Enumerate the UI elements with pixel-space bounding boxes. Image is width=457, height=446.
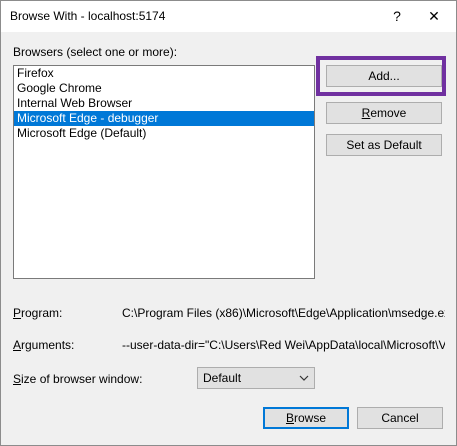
remove-button-label: Remove bbox=[361, 106, 407, 120]
list-item[interactable]: Firefox bbox=[14, 66, 314, 81]
window-size-select[interactable]: Default bbox=[197, 367, 315, 389]
close-icon: ✕ bbox=[428, 7, 440, 24]
list-item[interactable]: Microsoft Edge (Default) bbox=[14, 126, 314, 141]
browse-button-label: Browse bbox=[285, 411, 327, 425]
program-label: Program: bbox=[13, 306, 63, 320]
window-size-label: Size of browser window: bbox=[13, 372, 143, 386]
window-title: Browse With - localhost:5174 bbox=[10, 9, 166, 23]
browse-with-dialog: Browse With - localhost:5174 ? ✕ Browser… bbox=[0, 0, 457, 446]
remove-button[interactable]: Remove bbox=[326, 102, 442, 124]
help-button[interactable]: ? bbox=[384, 5, 410, 27]
set-default-button-label: Set as Default bbox=[346, 138, 422, 152]
cancel-button-label: Cancel bbox=[381, 411, 419, 425]
cancel-button[interactable]: Cancel bbox=[357, 407, 443, 429]
set-default-button[interactable]: Set as Default bbox=[326, 134, 442, 156]
browse-button[interactable]: Browse bbox=[263, 407, 349, 429]
close-button[interactable]: ✕ bbox=[421, 5, 447, 27]
help-icon: ? bbox=[393, 8, 401, 24]
browsers-label: Browsers (select one or more): bbox=[13, 45, 178, 59]
browsers-listbox[interactable]: Firefox Google Chrome Internal Web Brows… bbox=[13, 65, 315, 279]
list-item[interactable]: Google Chrome bbox=[14, 81, 314, 96]
arguments-label: Arguments: bbox=[13, 338, 75, 352]
chevron-down-icon bbox=[299, 375, 309, 381]
program-value: C:\Program Files (x86)\Microsoft\Edge\Ap… bbox=[122, 306, 445, 320]
title-bar: Browse With - localhost:5174 ? ✕ bbox=[1, 1, 456, 32]
list-item[interactable]: Internal Web Browser bbox=[14, 96, 314, 111]
window-size-value: Default bbox=[203, 371, 242, 385]
highlight-box bbox=[316, 56, 446, 96]
list-item-selected[interactable]: Microsoft Edge - debugger bbox=[14, 111, 314, 126]
arguments-value: --user-data-dir="C:\Users\Red Wei\AppDat… bbox=[122, 338, 445, 352]
